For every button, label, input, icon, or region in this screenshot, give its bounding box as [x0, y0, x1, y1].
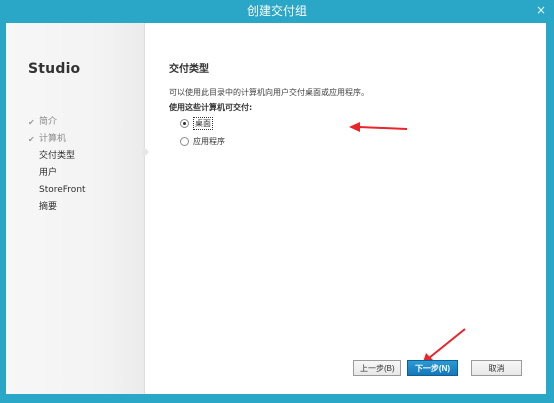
radio-unselected-icon[interactable]	[180, 136, 189, 146]
next-button[interactable]: 下一步(N)	[407, 360, 458, 376]
step-label: StoreFront	[39, 185, 86, 195]
step-intro[interactable]: ✔ 简介	[28, 114, 86, 131]
check-icon: ✔	[28, 118, 35, 127]
dialog-window: 创建交付组 × Studio ✔ 简介 ✔ 计算机 交付类型 用户 StoreF…	[0, 0, 554, 403]
delivery-question: 使用这些计算机可交付:	[169, 103, 253, 112]
wizard-steps: ✔ 简介 ✔ 计算机 交付类型 用户 StoreFront 摘要	[28, 114, 86, 216]
check-icon: ✔	[28, 135, 35, 144]
step-label: 交付类型	[39, 151, 76, 161]
page-description: 可以使用此目录中的计算机向用户交付桌面或应用程序。	[169, 88, 369, 97]
radio-label-applications: 应用程序	[193, 136, 225, 146]
previous-button[interactable]: 上一步(B)	[353, 360, 401, 376]
radio-selected-icon[interactable]	[180, 118, 189, 128]
cancel-button[interactable]: 取消	[471, 360, 522, 376]
step-summary[interactable]: 摘要	[28, 199, 86, 216]
step-storefront[interactable]: StoreFront	[28, 182, 86, 199]
step-machines[interactable]: ✔ 计算机	[28, 131, 86, 148]
wizard-main-panel: 交付类型 可以使用此目录中的计算机向用户交付桌面或应用程序。 使用这些计算机可交…	[145, 23, 546, 394]
radio-applications[interactable]: 应用程序	[180, 134, 225, 148]
title-bar: 创建交付组 ×	[0, 0, 554, 23]
step-delivery-type[interactable]: 交付类型	[28, 148, 86, 165]
step-label: 简介	[39, 117, 58, 127]
window-title: 创建交付组	[246, 4, 307, 18]
radio-desktop[interactable]: 桌面	[180, 116, 213, 130]
close-icon[interactable]: ×	[534, 3, 548, 17]
wizard-sidebar: Studio ✔ 简介 ✔ 计算机 交付类型 用户 StoreFront 摘要	[6, 23, 149, 394]
studio-brand: Studio	[28, 61, 81, 77]
red-arrow-annotation	[349, 122, 408, 132]
step-users[interactable]: 用户	[28, 165, 86, 182]
step-label: 用户	[39, 168, 58, 178]
step-label: 计算机	[39, 134, 67, 144]
radio-label-desktop: 桌面	[193, 116, 213, 130]
page-title: 交付类型	[169, 64, 209, 75]
step-label: 摘要	[39, 202, 58, 212]
